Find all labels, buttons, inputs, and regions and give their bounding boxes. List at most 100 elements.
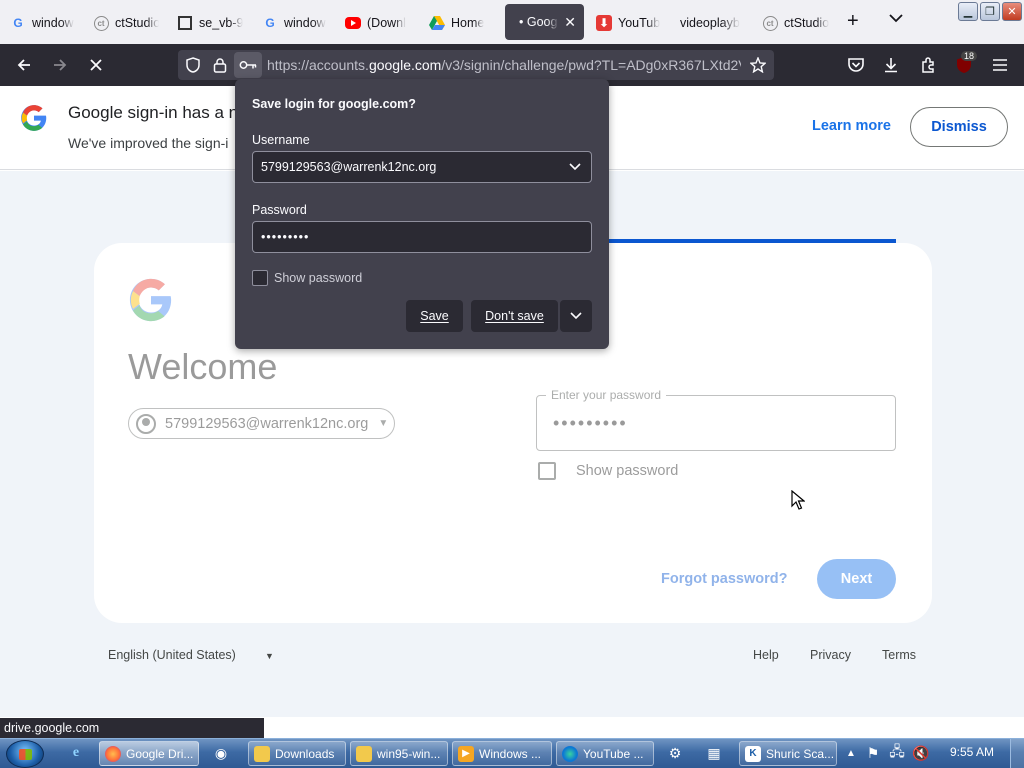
- save-login-popup: Save login for google.com? Username 5799…: [235, 79, 609, 349]
- tab-title: se_vb-9: [199, 16, 243, 30]
- tab-ctstudio-1[interactable]: ct ctStudio: [93, 6, 159, 40]
- show-desktop-button[interactable]: [1010, 739, 1024, 768]
- url-domain: google.com: [368, 57, 442, 73]
- language-selector[interactable]: English (United States): [108, 648, 236, 662]
- address-bar[interactable]: https://accounts.google.com/v3/signin/ch…: [178, 50, 774, 80]
- dismiss-button[interactable]: Dismiss: [910, 107, 1008, 147]
- tab-window-1[interactable]: G window: [10, 6, 78, 40]
- close-tab-icon[interactable]: ✕: [564, 14, 576, 31]
- chevron-down-icon: ▼: [378, 418, 389, 429]
- close-window-button[interactable]: ✕: [1002, 2, 1022, 21]
- taskbar-button-firefox[interactable]: Google Dri...: [99, 741, 199, 766]
- account-email: 5799129563@warrenk12nc.org: [165, 415, 369, 432]
- password-value: •••••••••: [261, 230, 310, 244]
- more-options-dropdown[interactable]: [560, 300, 592, 332]
- password-field[interactable]: Enter your password •••••••••: [536, 388, 896, 451]
- new-tab-button[interactable]: +: [847, 10, 859, 33]
- account-chip[interactable]: 5799129563@warrenk12nc.org ▼: [128, 408, 395, 439]
- chevron-down-icon[interactable]: ▼: [265, 651, 274, 661]
- url-text[interactable]: https://accounts.google.com/v3/signin/ch…: [267, 50, 741, 80]
- lock-icon[interactable]: [213, 50, 227, 80]
- internet-explorer-icon[interactable]: e: [65, 742, 87, 764]
- username-value: 5799129563@warrenk12nc.org: [261, 160, 437, 174]
- username-label: Username: [252, 133, 310, 147]
- extension-count-badge: 18: [961, 51, 978, 61]
- minimize-window-button[interactable]: ▁: [958, 2, 978, 21]
- volume-muted-icon[interactable]: 🔇: [910, 742, 932, 764]
- show-hidden-icons-arrow-icon[interactable]: ▲: [840, 742, 862, 764]
- terms-link[interactable]: Terms: [882, 648, 916, 662]
- tab-title: window: [284, 16, 326, 30]
- google-logo-icon: [21, 105, 47, 131]
- next-button[interactable]: Next: [817, 559, 896, 599]
- mouse-cursor-icon: [791, 490, 805, 510]
- popup-show-password[interactable]: Show password: [252, 270, 362, 286]
- tab-google-signin-active[interactable]: • Goog ✕: [505, 4, 584, 40]
- tab-title: window: [32, 16, 74, 30]
- bookmark-star-icon[interactable]: [750, 50, 766, 80]
- tab-title: YouTub: [618, 16, 661, 30]
- stop-loading-icon[interactable]: [84, 44, 108, 86]
- google-icon: G: [13, 16, 23, 30]
- show-password-checkbox[interactable]: [538, 462, 556, 480]
- save-button[interactable]: Save: [406, 300, 463, 332]
- password-key-icon[interactable]: [234, 52, 262, 78]
- google-icon: G: [265, 16, 275, 30]
- taskbar-button-windows-media[interactable]: ▶ Windows ...: [452, 741, 552, 766]
- start-button[interactable]: [6, 740, 44, 768]
- taskbar-clock[interactable]: 9:55 AM: [950, 745, 994, 759]
- taskbar-button-win95[interactable]: win95-win...: [350, 741, 448, 766]
- popup-title: Save login for google.com?: [252, 97, 416, 111]
- menu-hamburger-icon[interactable]: [989, 44, 1011, 86]
- help-link[interactable]: Help: [753, 648, 779, 662]
- taskbar-button-downloads[interactable]: Downloads: [248, 741, 346, 766]
- show-password-checkbox[interactable]: [252, 270, 268, 286]
- window-controls: ▁ ❐ ✕: [958, 2, 1022, 21]
- media-app-icon[interactable]: ◉: [210, 742, 232, 764]
- calculator-icon[interactable]: ▦: [703, 742, 725, 764]
- downloads-icon[interactable]: [880, 44, 902, 86]
- settings-gear-icon[interactable]: ⚙: [664, 742, 686, 764]
- password-input[interactable]: •••••••••: [252, 221, 592, 253]
- restore-window-button[interactable]: ❐: [980, 2, 1000, 21]
- action-center-flag-icon[interactable]: ⚑: [862, 742, 884, 764]
- network-icon[interactable]: 🖧: [886, 742, 908, 764]
- tab-strip: G window ct ctStudio se_vb-9 G window (D…: [0, 0, 1024, 44]
- privacy-link[interactable]: Privacy: [810, 648, 851, 662]
- taskbar-button-scanner[interactable]: K Shuric Sca...: [739, 741, 837, 766]
- account-avatar-icon: [136, 413, 156, 434]
- taskbar-button-youtube-edge[interactable]: YouTube ...: [556, 741, 654, 766]
- back-arrow-icon[interactable]: [12, 44, 36, 86]
- tracking-protection-shield-icon[interactable]: [185, 50, 201, 80]
- pocket-icon[interactable]: [845, 44, 867, 86]
- list-all-tabs-icon[interactable]: [889, 12, 903, 26]
- tab-title: (Downl: [367, 16, 406, 30]
- learn-more-link[interactable]: Learn more: [812, 118, 891, 134]
- forgot-password-link[interactable]: Forgot password?: [661, 571, 787, 587]
- chevron-down-icon: [570, 312, 582, 320]
- taskbar-button-label: YouTube ...: [583, 746, 644, 761]
- banner-title: Google sign-in has a n: [68, 103, 239, 122]
- chevron-down-icon[interactable]: [569, 160, 581, 174]
- tab-videoplayback[interactable]: videoplayb: [680, 6, 746, 40]
- show-password-toggle[interactable]: Show password: [538, 462, 678, 480]
- forward-arrow-icon[interactable]: [48, 44, 72, 86]
- tab-youtube-downloader[interactable]: ⬇ YouTub: [596, 6, 662, 40]
- tab-title: videoplayb: [680, 16, 740, 30]
- google-logo-icon: [129, 278, 172, 322]
- password-label: Password: [252, 203, 307, 217]
- url-prefix: https://accounts.: [267, 57, 369, 73]
- tab-window-2[interactable]: G window: [262, 6, 328, 40]
- scanner-icon: K: [745, 745, 761, 762]
- tab-se-vb[interactable]: se_vb-9: [177, 6, 243, 40]
- username-field[interactable]: 5799129563@warrenk12nc.org: [252, 151, 592, 183]
- tab-title: Home: [451, 16, 485, 30]
- tab-ctstudio-2[interactable]: ct ctStudio: [762, 6, 830, 40]
- tab-drive-home[interactable]: Home: [429, 6, 495, 40]
- dont-save-button[interactable]: Don't save: [471, 300, 558, 332]
- page-title: Welcome: [128, 346, 278, 387]
- folder-icon: [356, 745, 372, 762]
- extensions-icon[interactable]: [917, 44, 939, 86]
- tab-download-youtube[interactable]: (Downl: [345, 6, 411, 40]
- tab-title: ctStudio: [115, 16, 159, 30]
